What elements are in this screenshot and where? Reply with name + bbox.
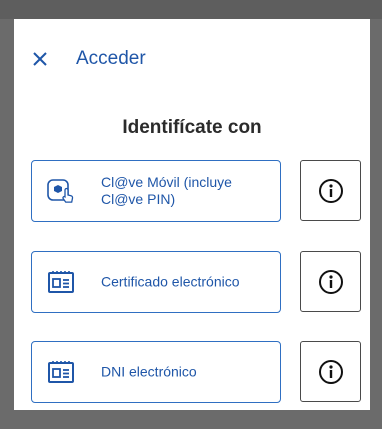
clave-movil-button[interactable]: Cl@ve Móvil (incluye Cl@ve PIN) [31,160,281,222]
overlay-top [0,0,382,19]
sheet-title: Acceder [76,48,146,69]
sheet-header: Acceder [14,43,370,75]
overlay-bottom [0,410,382,429]
certificate-card-icon [46,267,76,297]
dni-electronico-info-button[interactable] [300,341,361,402]
mobile-touch-icon [46,176,76,206]
dni-electronico-label: DNI electrónico [101,363,197,380]
id-card-icon [46,357,76,387]
certificado-button[interactable]: Certificado electrónico [31,251,281,313]
identify-heading: Identifícate con [122,117,262,138]
clave-movil-info-button[interactable] [300,160,361,221]
info-icon [318,359,343,384]
close-icon[interactable] [31,50,49,68]
clave-movil-label: Cl@ve Móvil (incluye Cl@ve PIN) [101,174,232,207]
info-icon [318,178,343,203]
login-sheet: Acceder Identifícate con Cl@ve Móvil (in… [14,19,370,410]
certificado-label: Certificado electrónico [101,273,240,290]
dni-electronico-button[interactable]: DNI electrónico [31,341,281,403]
info-icon [318,269,343,294]
certificado-info-button[interactable] [300,251,361,312]
